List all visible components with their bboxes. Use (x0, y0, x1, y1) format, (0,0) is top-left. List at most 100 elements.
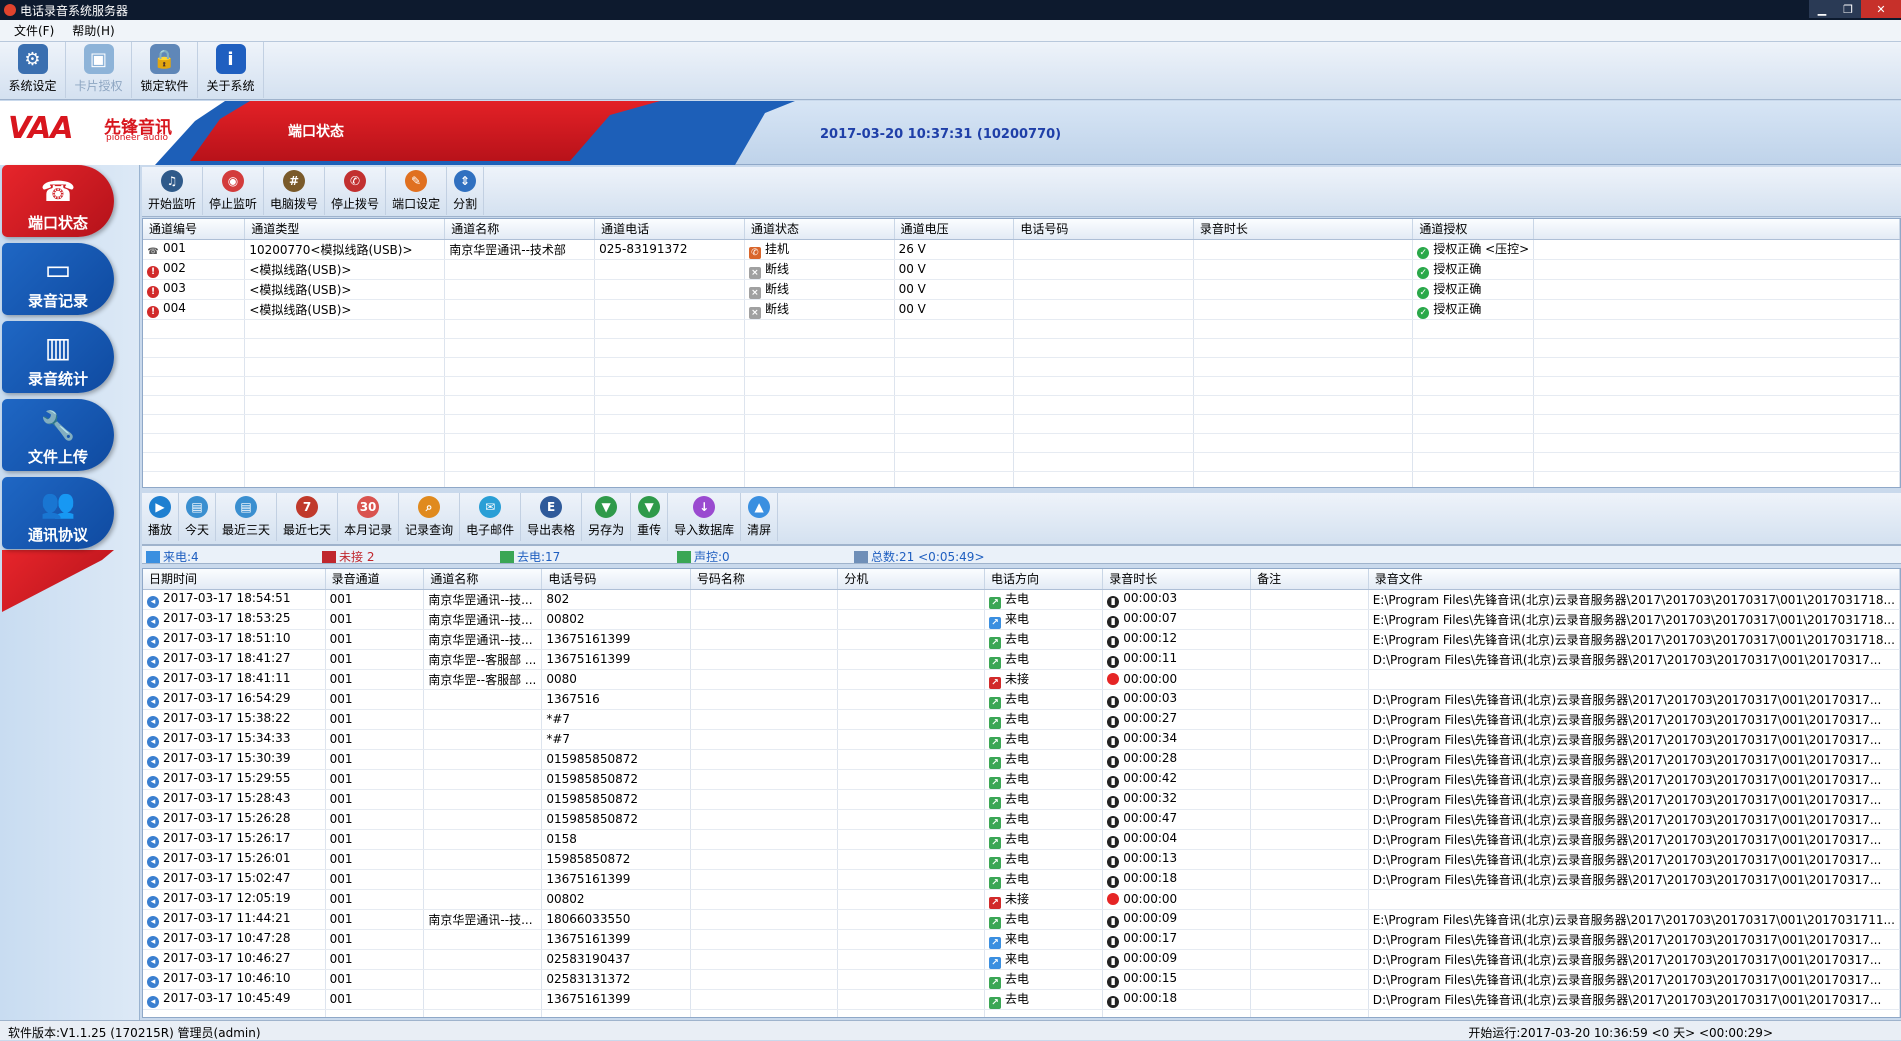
maximize-button[interactable]: ❐ (1835, 0, 1861, 18)
toolbar-button-3[interactable]: i 关于系统 (198, 42, 264, 98)
record-toolbar-button-3[interactable]: 7 最近七天 (277, 493, 339, 541)
record-toolbar-button-6[interactable]: ✉ 电子邮件 (460, 493, 522, 541)
missed-count[interactable]: 未接 2 (322, 548, 374, 565)
port-toolbar-button-5[interactable]: ⇕ 分割 (447, 167, 485, 215)
record-toolbar-button-5[interactable]: ⌕ 记录查询 (399, 493, 461, 541)
record-toolbar-button-9[interactable]: ▼ 重传 (631, 493, 669, 541)
speaker-icon[interactable]: ◂ (147, 775, 159, 788)
port-toolbar-button-1[interactable]: ◉ 停止监听 (203, 167, 265, 215)
speaker-icon[interactable]: ◂ (147, 715, 159, 728)
port-row[interactable] (143, 471, 1900, 487)
speaker-icon[interactable]: ◂ (147, 855, 159, 868)
record-row[interactable]: ◂ 2017-03-17 15:26:17 001 0158 ↗ 去电 ▮ 00:00:04 D… (143, 829, 1900, 850)
record-toolbar-button-11[interactable]: ▲ 清屏 (741, 493, 779, 541)
record-row[interactable]: ◂ 2017-03-17 15:26:28 001 015985850872 ↗ 去电 ▮ 0… (143, 809, 1900, 830)
record-column-header[interactable]: 录音文件 (1368, 569, 1900, 590)
port-column-header[interactable]: 电话号码 (1013, 219, 1194, 240)
toolbar-button-0[interactable]: ⚙ 系统设定 (0, 42, 66, 98)
record-row[interactable]: ◂ 2017-03-17 12:05:19 001 00802 ↗ 未接 00:00:00 (143, 889, 1900, 910)
speaker-icon[interactable]: ◂ (147, 595, 159, 608)
record-column-header[interactable]: 日期时间 (143, 569, 326, 590)
voice-count[interactable]: 声控:0 (677, 548, 730, 565)
speaker-icon[interactable]: ◂ (147, 895, 159, 908)
record-column-header[interactable]: 备注 (1250, 569, 1369, 590)
record-row[interactable]: ◂ 2017-03-17 15:29:55 001 015985850872 ↗ 去电 ▮ 0… (143, 769, 1900, 790)
port-row[interactable]: ☎ 001 10200770<模拟线路(USB)> 南京华罡通讯--技术部 025-83… (143, 239, 1900, 260)
record-row[interactable]: ◂ 2017-03-17 11:44:21 001 南京华罡通讯--技... 18066… (143, 909, 1900, 930)
port-row[interactable] (143, 452, 1900, 472)
record-row[interactable]: ◂ 2017-03-17 18:54:51 001 南京华罡通讯--技... 802 ↗ 去… (143, 589, 1900, 610)
port-toolbar-button-2[interactable]: # 电脑拨号 (264, 167, 326, 215)
toolbar-button-2[interactable]: 🔒 锁定软件 (132, 42, 198, 98)
record-row[interactable]: ◂ 2017-03-17 15:34:33 001 *#7 ↗ 去电 ▮ 00:00:34 D:… (143, 729, 1900, 750)
record-toolbar-button-8[interactable]: ▼ 另存为 (582, 493, 632, 541)
speaker-icon[interactable]: ◂ (147, 615, 159, 628)
minimize-button[interactable]: ▁ (1809, 0, 1835, 18)
record-column-header[interactable]: 电话方向 (984, 569, 1104, 590)
record-row[interactable]: ◂ 2017-03-17 15:28:43 001 015985850872 ↗ 去电 ▮ 0… (143, 789, 1900, 810)
nav-item-3[interactable]: 🔧 文件上传 (2, 399, 114, 471)
nav-item-4[interactable]: 👥 通讯协议 (2, 477, 114, 549)
speaker-icon[interactable]: ◂ (147, 995, 159, 1008)
total-count[interactable]: 总数:21 <0:05:49> (854, 548, 985, 565)
record-row[interactable]: ◂ 2017-03-17 10:46:10 001 02583131372 ↗ 去电 ▮ 00… (143, 969, 1900, 990)
port-column-header[interactable]: 通道类型 (244, 219, 446, 240)
record-column-header[interactable]: 号码名称 (690, 569, 839, 590)
toolbar-button-1[interactable]: ▣ 卡片授权 (66, 42, 132, 98)
speaker-icon[interactable]: ◂ (147, 675, 159, 688)
record-toolbar-button-0[interactable]: ▶ 播放 (142, 493, 180, 541)
port-row[interactable] (143, 433, 1900, 453)
speaker-icon[interactable]: ◂ (147, 695, 159, 708)
port-column-header[interactable]: 录音时长 (1193, 219, 1414, 240)
speaker-icon[interactable]: ◂ (147, 815, 159, 828)
speaker-icon[interactable]: ◂ (147, 655, 159, 668)
record-row[interactable]: ◂ 2017-03-17 18:41:11 001 南京华罡--客服部 ... 0080… (143, 669, 1900, 690)
port-column-header[interactable]: 通道电压 (894, 219, 1015, 240)
port-row[interactable]: ! 003 <模拟线路(USB)> × 断线 00 V ✓ 授权正确 (143, 279, 1900, 300)
nav-item-0[interactable]: ☎ 端口状态 (2, 165, 114, 237)
close-button[interactable]: ✕ (1861, 0, 1901, 18)
port-column-header[interactable]: 通道名称 (444, 219, 596, 240)
port-toolbar-button-0[interactable]: ♫ 开始监听 (142, 167, 204, 215)
record-column-header[interactable]: 分机 (837, 569, 985, 590)
record-row[interactable]: ◂ 2017-03-17 10:46:27 001 02583190437 ↗ 来电 ▮ 00… (143, 949, 1900, 970)
port-column-header[interactable]: 通道电话 (594, 219, 745, 240)
menu-help[interactable]: 帮助(H) (72, 22, 114, 39)
port-row[interactable]: ! 004 <模拟线路(USB)> × 断线 00 V ✓ 授权正确 (143, 299, 1900, 320)
outgoing-count[interactable]: 去电:17 (500, 548, 560, 565)
record-row[interactable]: ◂ 2017-03-17 18:41:27 001 南京华罡--客服部 ... 1367… (143, 649, 1900, 670)
port-column-header[interactable]: 通道状态 (744, 219, 895, 240)
record-row[interactable]: ◂ 2017-03-17 15:02:47 001 13675161399 ↗ 去电 ▮ 00… (143, 869, 1900, 890)
record-column-header[interactable]: 录音时长 (1102, 569, 1252, 590)
menu-file[interactable]: 文件(F) (14, 22, 54, 39)
record-column-header[interactable]: 通道名称 (423, 569, 543, 590)
nav-item-1[interactable]: ▭ 录音记录 (2, 243, 114, 315)
port-row[interactable] (143, 319, 1900, 339)
speaker-icon[interactable]: ◂ (147, 735, 159, 748)
port-column-header[interactable]: 通道编号 (143, 219, 246, 240)
record-row[interactable]: ◂ 2017-03-17 18:51:10 001 南京华罡通讯--技... 13675… (143, 629, 1900, 650)
port-row[interactable] (143, 376, 1900, 396)
port-row[interactable] (143, 338, 1900, 358)
speaker-icon[interactable]: ◂ (147, 955, 159, 968)
record-row[interactable]: ◂ 2017-03-17 15:38:22 001 *#7 ↗ 去电 ▮ 00:00:27 D:… (143, 709, 1900, 730)
record-toolbar-button-1[interactable]: ▤ 今天 (179, 493, 217, 541)
incoming-count[interactable]: 来电:4 (146, 548, 199, 565)
speaker-icon[interactable]: ◂ (147, 795, 159, 808)
record-toolbar-button-10[interactable]: ↓ 导入数据库 (668, 493, 742, 541)
record-row[interactable]: ◂ 2017-03-17 15:26:01 001 15985850872 ↗ 去电 ▮ 00… (143, 849, 1900, 870)
port-row[interactable] (143, 414, 1900, 434)
speaker-icon[interactable]: ◂ (147, 635, 159, 648)
record-toolbar-button-4[interactable]: 30 本月记录 (338, 493, 400, 541)
nav-item-2[interactable]: ▥ 录音统计 (2, 321, 114, 393)
speaker-icon[interactable]: ◂ (147, 755, 159, 768)
record-column-header[interactable]: 录音通道 (325, 569, 425, 590)
speaker-icon[interactable]: ◂ (147, 975, 159, 988)
speaker-icon[interactable]: ◂ (147, 915, 159, 928)
speaker-icon[interactable]: ◂ (147, 835, 159, 848)
record-row[interactable]: ◂ 2017-03-17 10:47:28 001 13675161399 ↗ 来电 ▮ 00… (143, 929, 1900, 950)
port-toolbar-button-4[interactable]: ✎ 端口设定 (386, 167, 448, 215)
record-row[interactable]: ◂ 2017-03-17 16:54:29 001 1367516 ↗ 去电 ▮ 00:00:… (143, 689, 1900, 710)
port-row[interactable] (143, 395, 1900, 415)
port-row[interactable]: ! 002 <模拟线路(USB)> × 断线 00 V ✓ 授权正确 (143, 259, 1900, 280)
